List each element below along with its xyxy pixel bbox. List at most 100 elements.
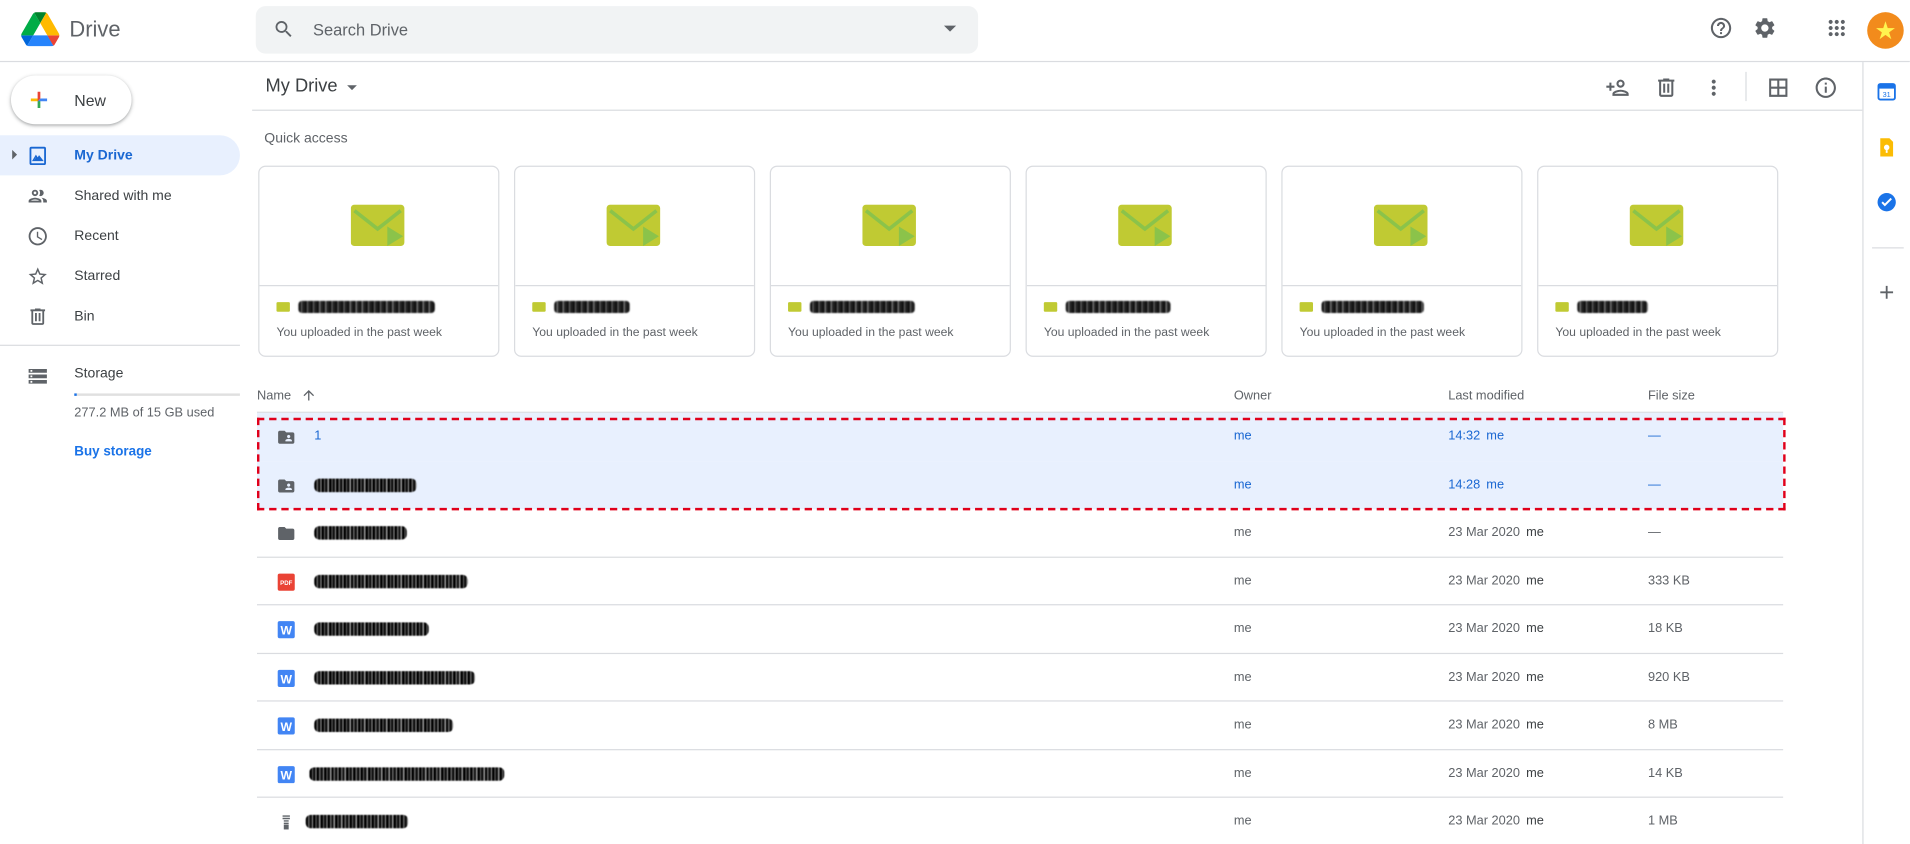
- file-owner: me: [1233, 428, 1252, 444]
- modified-date: 14:32: [1448, 428, 1481, 444]
- table-row[interactable]: 1 me 14:32 me —: [256, 412, 1784, 462]
- card-subtitle: You uploaded in the past week: [1555, 326, 1721, 340]
- card-subtitle: You uploaded in the past week: [1043, 326, 1210, 340]
- quick-access-card[interactable]: You uploaded in the past week: [258, 165, 500, 357]
- file-thumbnail: [1026, 167, 1266, 287]
- quick-access-card[interactable]: You uploaded in the past week: [513, 165, 756, 357]
- sidebar-item-starred[interactable]: Starred: [0, 256, 240, 296]
- sidebar-item-my-drive[interactable]: My Drive: [0, 135, 240, 176]
- plus-icon: [27, 88, 51, 112]
- new-button-label: New: [74, 90, 106, 110]
- table-row[interactable]: me 23 Mar 2020 me —: [256, 509, 1784, 558]
- trash-icon[interactable]: [1654, 76, 1678, 100]
- file-thumbnail: [259, 167, 499, 287]
- buy-storage-link[interactable]: Buy storage: [74, 445, 151, 460]
- quick-access-card[interactable]: You uploaded in the past week: [1281, 165, 1523, 357]
- help-icon[interactable]: [1709, 16, 1733, 40]
- chevron-down-icon[interactable]: [347, 85, 357, 91]
- tasks-icon[interactable]: [1876, 191, 1898, 213]
- new-button[interactable]: New: [10, 75, 132, 125]
- card-name: [788, 300, 915, 314]
- search-bar[interactable]: Search Drive: [255, 6, 979, 54]
- storage-used-text: 277.2 MB of 15 GB used: [74, 405, 215, 421]
- table-row[interactable]: W me 23 Mar 2020 me 18 KB: [256, 605, 1784, 654]
- file-modified: 14:32 me: [1448, 429, 1504, 444]
- modified-by: me: [1526, 813, 1544, 829]
- quick-access-card[interactable]: You uploaded in the past week: [769, 165, 1011, 357]
- sidebar-item-shared[interactable]: Shared with me: [0, 175, 240, 215]
- modified-date: 23 Mar 2020: [1448, 669, 1521, 684]
- add-icon[interactable]: [1876, 281, 1898, 303]
- modified-date: 23 Mar 2020: [1448, 717, 1521, 733]
- account-avatar[interactable]: ★: [1867, 12, 1904, 49]
- page-title[interactable]: My Drive: [266, 76, 338, 97]
- storage-label: Storage: [74, 366, 124, 382]
- pdf-icon: PDF: [277, 573, 295, 591]
- main-header: My Drive: [252, 62, 1863, 111]
- redacted-filename: [554, 300, 630, 314]
- svg-text:W: W: [280, 624, 292, 638]
- sort-arrow-up-icon[interactable]: [301, 387, 317, 403]
- card-subtitle: You uploaded in the past week: [1299, 326, 1466, 340]
- sidebar-divider: [0, 344, 240, 346]
- modified-date: 23 Mar 2020: [1448, 813, 1521, 829]
- add-person-icon[interactable]: [1605, 76, 1629, 100]
- search-input[interactable]: Search Drive: [313, 21, 408, 39]
- table-row[interactable]: me 23 Mar 2020 me 1 MB: [257, 798, 1783, 844]
- expand-arrow-icon[interactable]: [12, 149, 18, 160]
- table-row[interactable]: me 14:28 me —: [256, 461, 1784, 510]
- sidebar-item-bin[interactable]: Bin: [0, 296, 240, 336]
- apps-grid-icon[interactable]: [1825, 16, 1849, 40]
- file-modified: 23 Mar 2020 me: [1448, 814, 1544, 829]
- column-name-header[interactable]: Name: [257, 389, 291, 404]
- grid-view-icon[interactable]: [1766, 76, 1790, 100]
- info-icon[interactable]: [1814, 76, 1838, 100]
- calendar-icon[interactable]: 31: [1876, 80, 1898, 102]
- card-subtitle: You uploaded in the past week: [788, 326, 954, 340]
- file-thumbnail: [770, 167, 1010, 287]
- storage-icon: [28, 369, 47, 384]
- search-icon[interactable]: [273, 18, 295, 40]
- file-owner: me: [1233, 524, 1252, 540]
- redacted-filename: [314, 574, 468, 588]
- table-row[interactable]: PDF me 23 Mar 2020 me 333 KB: [256, 557, 1784, 606]
- modified-by: me: [1486, 476, 1505, 492]
- card-name: [1043, 300, 1171, 314]
- quick-access-card[interactable]: You uploaded in the past week: [1025, 165, 1267, 357]
- drive-logo[interactable]: Drive: [21, 12, 121, 47]
- file-modified: 14:28 me: [1448, 477, 1504, 492]
- file-owner: me: [1233, 573, 1252, 588]
- modified-by: me: [1526, 765, 1544, 781]
- modified-date: 23 Mar 2020: [1448, 573, 1521, 588]
- card-subtitle: You uploaded in the past week: [532, 326, 698, 340]
- email-file-icon: [788, 302, 802, 312]
- email-file-icon: [1299, 302, 1314, 312]
- shared-folder-icon: [278, 478, 295, 492]
- word-doc-icon: W: [277, 717, 295, 735]
- top-bar: Drive Search Drive ★: [0, 0, 1910, 63]
- toolbar-divider: [1745, 71, 1747, 102]
- sidebar-item-recent[interactable]: Recent: [0, 216, 240, 256]
- column-modified-header[interactable]: Last modified: [1448, 389, 1524, 404]
- file-owner: me: [1233, 765, 1252, 781]
- svg-text:31: 31: [1883, 90, 1891, 99]
- search-options-icon[interactable]: [943, 25, 957, 32]
- quick-access-title: Quick access: [264, 131, 348, 147]
- table-row[interactable]: W me 23 Mar 2020 me 920 KB: [256, 653, 1784, 702]
- file-modified: 23 Mar 2020 me: [1448, 621, 1544, 636]
- star-icon: [28, 267, 47, 285]
- file-owner: me: [1233, 717, 1252, 733]
- modified-date: 23 Mar 2020: [1448, 524, 1521, 540]
- file-modified: 23 Mar 2020 me: [1448, 669, 1544, 684]
- quick-access-card[interactable]: You uploaded in the past week: [1537, 165, 1779, 357]
- gear-icon[interactable]: [1753, 16, 1777, 40]
- storage-progress-fill: [74, 393, 78, 396]
- sidebar-item-label: Bin: [74, 308, 95, 324]
- table-row[interactable]: W me 23 Mar 2020 me 8 MB: [256, 702, 1784, 750]
- card-name: [276, 300, 435, 314]
- table-row[interactable]: W me 23 Mar 2020 me 14 KB: [256, 750, 1784, 798]
- keep-icon[interactable]: [1876, 136, 1898, 158]
- card-name: [1299, 300, 1424, 314]
- svg-text:PDF: PDF: [280, 580, 292, 587]
- more-vertical-icon[interactable]: [1702, 76, 1726, 100]
